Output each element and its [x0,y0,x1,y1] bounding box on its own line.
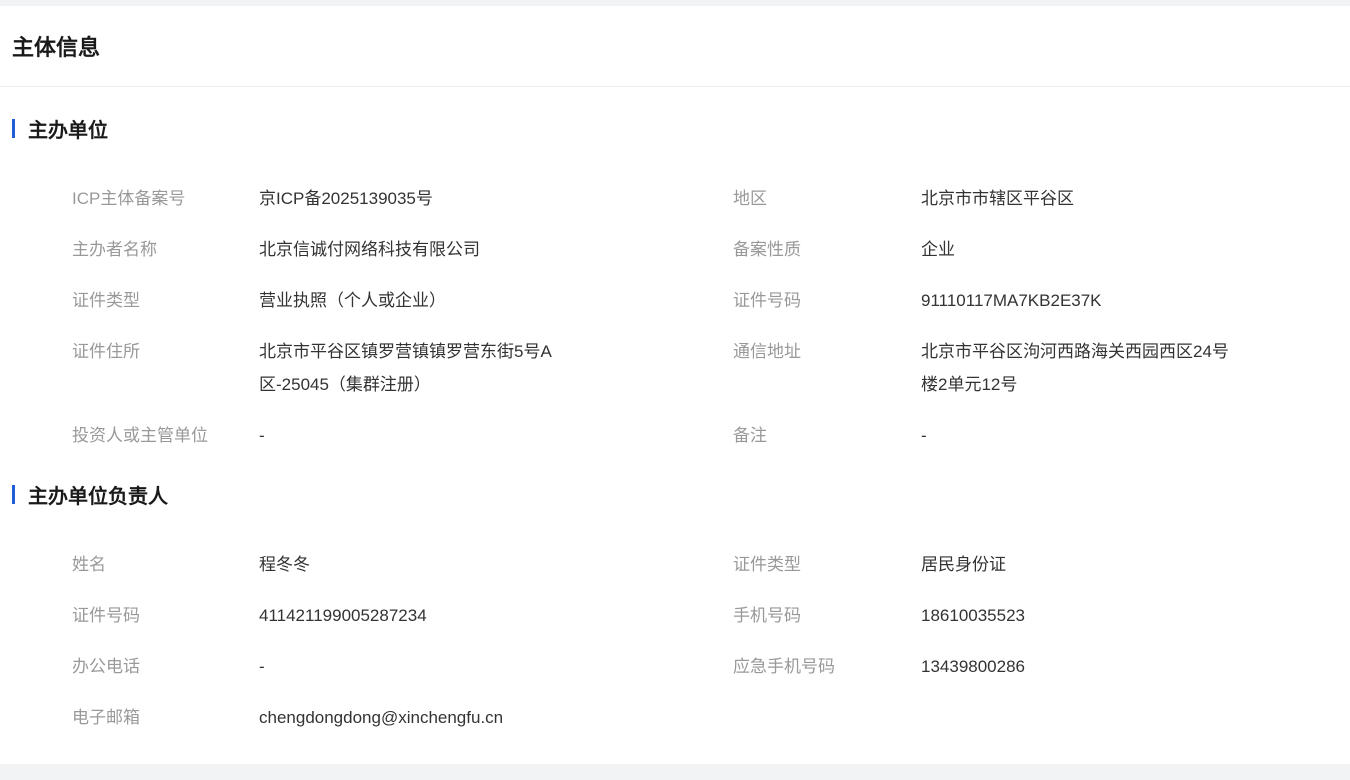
field-value: - [921,426,927,445]
principal-section-title: 主办单位负责人 [28,485,168,508]
field-label: 姓名 [72,555,106,574]
field-value: 13439800286 [921,657,1026,676]
field-value: 京ICP备2025139035号 [259,189,433,208]
field-label: 证件类型 [72,291,140,310]
field-label: 办公电话 [72,657,140,676]
field-label: 证件类型 [733,555,801,574]
page-title: 主体信息 [12,35,101,60]
section-accent-bar [12,484,15,504]
field-label: 证件住所 [72,342,140,361]
field-label: ICP主体备案号 [72,189,186,208]
field-label: 备注 [733,426,767,445]
subject-info-card: 主体信息 主办单位 ICP主体备案号 京ICP备2025139035号 地区 北… [0,6,1350,764]
field-value: 北京市平谷区镇罗营镇镇罗营东街5号A区-25045（集群注册） [259,342,552,394]
field-value: 营业执照（个人或企业） [259,291,446,310]
field-value: - [259,657,265,676]
field-label: 投资人或主管单位 [72,426,208,445]
field-value: 411421199005287234 [259,606,427,625]
field-value: 北京信诚付网络科技有限公司 [259,240,480,259]
field-value: 北京市市辖区平谷区 [921,189,1074,208]
field-label: 备案性质 [733,240,801,259]
field-label: 证件号码 [733,291,801,310]
field-label: 手机号码 [733,606,801,625]
card-header: 主体信息 [0,6,1350,87]
field-value: 程冬冬 [259,555,310,574]
field-value: 企业 [921,240,955,259]
field-value: 居民身份证 [921,555,1006,574]
sponsor-section-title: 主办单位 [28,119,108,142]
sponsor-section-header: 主办单位 [12,116,108,142]
page-footer-gap [0,764,1350,780]
field-value: chengdongdong@xinchengfu.cn [259,708,504,727]
field-label: 主办者名称 [72,240,157,259]
field-label: 应急手机号码 [733,657,835,676]
principal-section-header: 主办单位负责人 [12,482,168,508]
field-label: 通信地址 [733,342,801,361]
field-value: 18610035523 [921,606,1026,625]
field-value: - [259,426,265,445]
field-label: 地区 [733,189,767,208]
field-value: 91110117MA7KB2E37K [921,291,1102,310]
field-label: 证件号码 [72,606,140,625]
section-accent-bar [12,118,15,138]
field-label: 电子邮箱 [72,708,140,727]
field-value: 北京市平谷区泃河西路海关西园西区24号楼2单元12号 [921,342,1229,394]
